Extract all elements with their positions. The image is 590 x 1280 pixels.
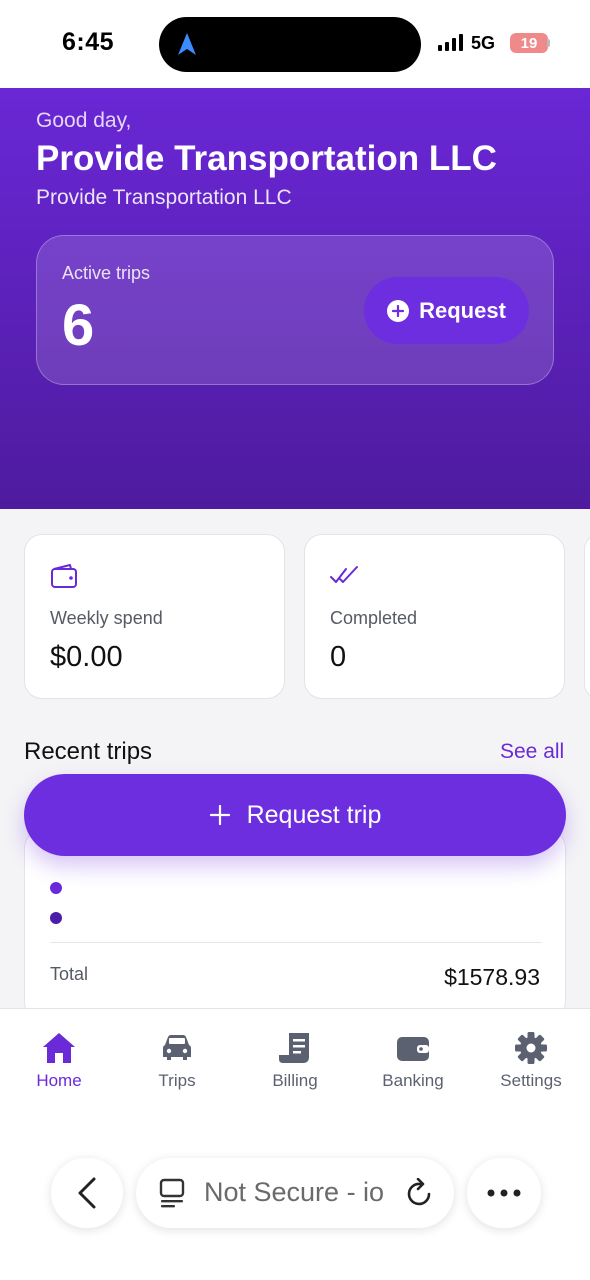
completed-card[interactable]: Completed 0 [304, 534, 565, 699]
battery-indicator: 19 [510, 33, 548, 53]
reload-icon[interactable] [406, 1178, 434, 1208]
wallet-icon [51, 564, 77, 588]
pickup-dot [50, 882, 62, 894]
status-time: 6:45 [62, 28, 115, 56]
nav-label: Trips [158, 1071, 196, 1090]
browser-more-button[interactable] [467, 1158, 541, 1228]
page-title: Provide Transportation LLC [36, 139, 497, 178]
nav-banking[interactable]: Banking [358, 1031, 468, 1091]
tabs-icon [159, 1178, 185, 1208]
divider [50, 942, 542, 943]
request-button[interactable]: Request [364, 277, 529, 344]
nav-label: Banking [382, 1071, 444, 1090]
wallet-icon [397, 1037, 429, 1061]
hero-header: Good day, Provide Transportation LLC Pro… [0, 88, 590, 509]
see-all-link[interactable]: See all [500, 740, 564, 764]
double-check-icon [330, 566, 358, 583]
stat-value: $0.00 [50, 641, 123, 673]
address-bar[interactable]: Not Secure - io [136, 1158, 454, 1228]
more-icon [487, 1189, 521, 1197]
browser-back-button[interactable] [51, 1158, 123, 1228]
network-type: 5G [471, 33, 496, 53]
dropoff-dot [50, 912, 62, 924]
dynamic-island [159, 17, 421, 72]
nav-settings[interactable]: Settings [476, 1031, 586, 1091]
chevron-left-icon [78, 1177, 96, 1209]
home-icon [43, 1033, 75, 1063]
plus-circle-icon [387, 299, 410, 322]
nav-trips[interactable]: Trips [122, 1031, 232, 1091]
request-trip-button[interactable]: Request trip [24, 774, 566, 856]
nav-home[interactable]: Home [4, 1031, 114, 1091]
company-subtitle: Provide Transportation LLC [36, 186, 292, 209]
active-trips-count: 6 [62, 293, 95, 358]
car-icon [163, 1035, 191, 1060]
weekly-spend-card[interactable]: Weekly spend $0.00 [24, 534, 285, 699]
plus-icon [209, 804, 230, 826]
stat-label: Completed [330, 608, 418, 628]
active-trips-card: Active trips 6 Request [36, 235, 554, 385]
navigation-arrow-icon [178, 33, 196, 55]
greeting: Good day, [36, 109, 132, 132]
total-label: Total [50, 964, 89, 984]
trip-card[interactable]: Total $1578.93 [24, 830, 566, 1020]
total-value: $1578.93 [444, 964, 540, 990]
request-trip-label: Request trip [246, 800, 382, 829]
nav-label: Settings [500, 1071, 562, 1090]
recent-trips-title: Recent trips [24, 738, 153, 765]
bottom-nav: Home Trips Billing Banking Settings [0, 1008, 590, 1280]
stat-value: 0 [330, 641, 347, 673]
request-button-label: Request [419, 297, 506, 323]
stat-label: Weekly spend [50, 608, 163, 628]
receipt-icon [279, 1033, 309, 1063]
active-trips-label: Active trips [62, 263, 151, 283]
status-bar: 6:45 5G 19 [0, 0, 590, 88]
nav-billing[interactable]: Billing [240, 1031, 350, 1091]
stat-card-partial[interactable] [584, 534, 590, 699]
battery-level: 19 [520, 34, 538, 52]
signal-icon [438, 34, 463, 51]
gear-icon [515, 1032, 547, 1064]
nav-label: Home [36, 1071, 82, 1090]
url-text: Not Secure - io [204, 1177, 385, 1207]
battery-tip [547, 39, 550, 47]
nav-label: Billing [272, 1071, 318, 1090]
